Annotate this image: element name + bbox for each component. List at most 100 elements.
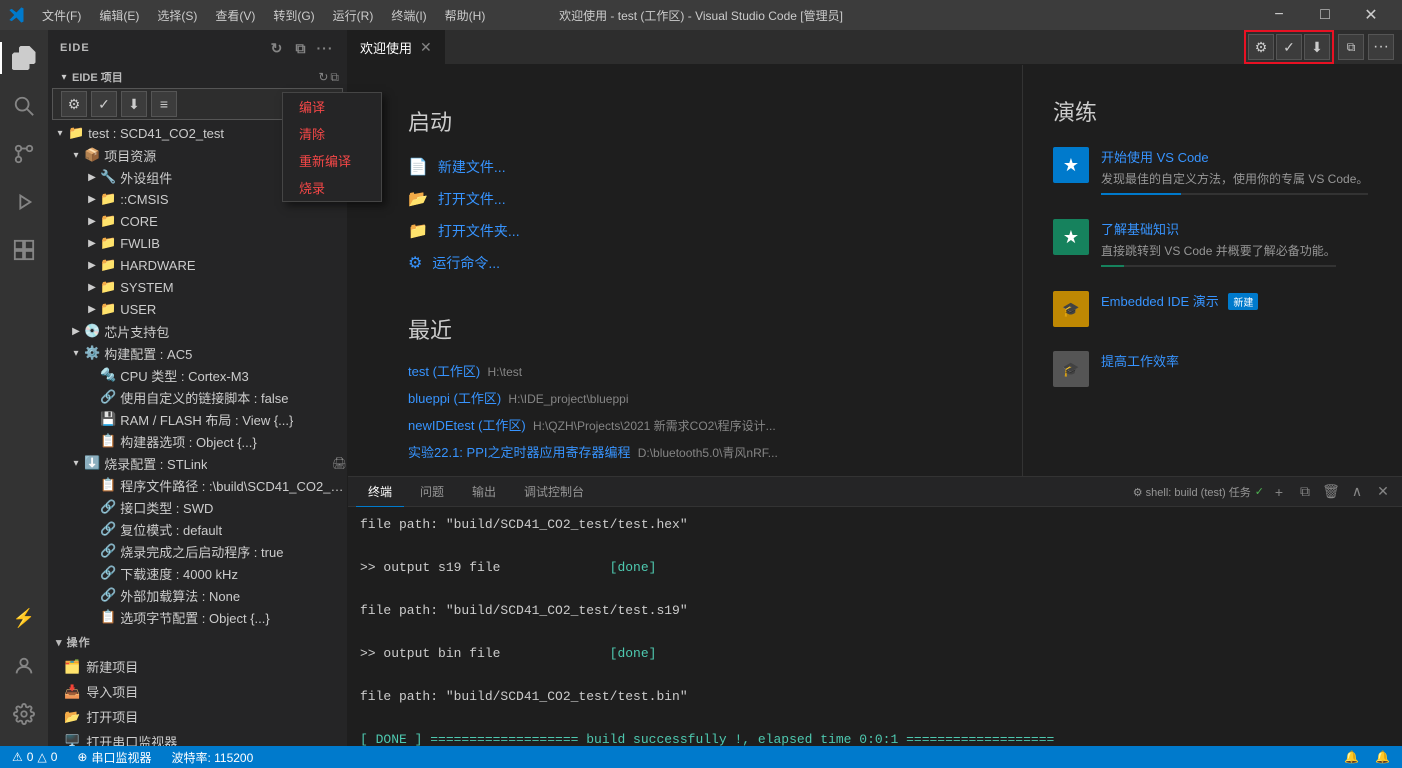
- menu-help[interactable]: 帮助(H): [437, 0, 494, 30]
- menu-select[interactable]: 选择(S): [149, 0, 205, 30]
- activity-search[interactable]: [0, 82, 48, 130]
- productivity-title[interactable]: 提高工作效率: [1101, 351, 1179, 370]
- recent-item-1[interactable]: blueppi (工作区) H:\IDE_project\blueppi: [408, 388, 962, 407]
- tree-item-fwlib[interactable]: ▶ 📁 FWLIB: [48, 232, 347, 254]
- sidebar-header-actions: ↻ ⧉ ···: [267, 38, 335, 58]
- ctx-flash[interactable]: 烧录: [283, 174, 381, 201]
- status-notif2[interactable]: 🔔: [1371, 746, 1394, 768]
- vscode-title[interactable]: 开始使用 VS Code: [1101, 147, 1368, 166]
- op-open-project[interactable]: 📂 打开项目: [48, 704, 347, 729]
- tree-item-runafter[interactable]: ▶ 🔗 烧录完成之后启动程序 : true: [48, 540, 347, 562]
- top-flash-button[interactable]: ⬇: [1304, 34, 1330, 60]
- op-open-serial[interactable]: 🖥️ 打开串口监视器: [48, 729, 347, 746]
- tree-item-chip[interactable]: ▶ 💿 芯片支持包: [48, 320, 347, 342]
- errors-count: 0: [27, 750, 34, 764]
- activity-source-control[interactable]: [0, 130, 48, 178]
- terminal-tab-debug[interactable]: 调试控制台: [512, 477, 596, 507]
- menu-file[interactable]: 文件(F): [34, 0, 89, 30]
- activity-eide[interactable]: ⚡: [0, 594, 48, 642]
- embedded-title[interactable]: Embedded IDE 演示 新建: [1101, 291, 1258, 310]
- tree-item-resetmode[interactable]: ▶ 🔗 复位模式 : default: [48, 518, 347, 540]
- minimize-button[interactable]: −: [1256, 0, 1302, 30]
- activity-extensions[interactable]: [0, 226, 48, 274]
- tree-item-burnconfig[interactable]: ▾ ⬇️ 烧录配置 : STLink 🖨: [48, 452, 347, 474]
- project-action-newwindow[interactable]: ⧉: [330, 70, 339, 85]
- compile-check-button[interactable]: ✓: [91, 91, 117, 117]
- extalgo-label: 外部加载算法 : None: [120, 586, 240, 605]
- recent-item-0[interactable]: test (工作区) H:\test: [408, 361, 962, 380]
- op-import-project[interactable]: 📥 导入项目: [48, 679, 347, 704]
- tree-item-system[interactable]: ▶ 📁 SYSTEM: [48, 276, 347, 298]
- tree-item-iface[interactable]: ▶ 🔗 接口类型 : SWD: [48, 496, 347, 518]
- status-errors[interactable]: ⚠ 0 △ 0: [8, 746, 61, 768]
- start-link-run-command[interactable]: ⚙ 运行命令...: [408, 253, 962, 273]
- top-check-button[interactable]: ✓: [1276, 34, 1302, 60]
- project-section-header[interactable]: ▾ EIDE 项目 ↻ ⧉: [48, 66, 347, 88]
- activity-run[interactable]: [0, 178, 48, 226]
- tree-item-core[interactable]: ▶ 📁 CORE: [48, 210, 347, 232]
- terminal-tab-problems[interactable]: 问题: [408, 477, 456, 507]
- top-split-button[interactable]: ⧉: [1338, 34, 1364, 60]
- terminal-content: file path: "build/SCD41_CO2_test/test.he…: [348, 507, 1402, 746]
- terminal-split-button[interactable]: ⧉: [1294, 481, 1316, 503]
- terminal-trash-button[interactable]: 🗑: [1320, 481, 1342, 503]
- activity-explorer[interactable]: [0, 34, 48, 82]
- recent-item-2[interactable]: newIDEtest (工作区) H:\QZH\Projects\2021 新需…: [408, 415, 962, 434]
- menu-terminal[interactable]: 终端(I): [383, 0, 434, 30]
- start-link-open-folder[interactable]: 📁 打开文件夹...: [408, 221, 962, 241]
- ctx-rebuild[interactable]: 重新编译: [283, 147, 381, 174]
- terminal-max-button[interactable]: ∧: [1346, 481, 1368, 503]
- ctx-clean[interactable]: 清除: [283, 120, 381, 147]
- refresh-icon[interactable]: ↻: [267, 38, 287, 58]
- tab-welcome-close[interactable]: ✕: [420, 39, 432, 56]
- status-serial[interactable]: ⊕ 串口监视器: [73, 746, 155, 768]
- tree-item-builderopts[interactable]: ▶ 📋 构建器选项 : Object {...}: [48, 430, 347, 452]
- terminal-tab-output[interactable]: 输出: [460, 477, 508, 507]
- op-new-project[interactable]: 🗂️ 新建项目: [48, 654, 347, 679]
- tree-item-cpu[interactable]: ▶ 🔩 CPU 类型 : Cortex-M3: [48, 364, 347, 386]
- status-notif1[interactable]: 🔔: [1340, 746, 1363, 768]
- recent-item-3[interactable]: 实验22.1: PPI之定时器应用寄存器编程 D:\bluetooth5.0\青…: [408, 442, 962, 461]
- tree-item-dlspeed[interactable]: ▶ 🔗 下载速度 : 4000 kHz: [48, 562, 347, 584]
- compile-flash-button[interactable]: ≡: [151, 91, 177, 117]
- tree-item-buildconfig[interactable]: ▾ ⚙️ 构建配置 : AC5: [48, 342, 347, 364]
- tree-item-user[interactable]: ▶ 📁 USER: [48, 298, 347, 320]
- basics-progress-bar: [1101, 265, 1124, 267]
- menu-run[interactable]: 运行(R): [325, 0, 382, 30]
- project-action-refresh[interactable]: ↻: [318, 70, 328, 85]
- buildconfig-arrow: ▾: [68, 345, 84, 361]
- menu-bar: 文件(F) 编辑(E) 选择(S) 查看(V) 转到(G) 运行(R) 终端(I…: [34, 0, 493, 30]
- ctx-compile[interactable]: 编译: [283, 93, 381, 120]
- activity-settings[interactable]: [0, 690, 48, 738]
- menu-goto[interactable]: 转到(G): [265, 0, 322, 30]
- compile-build-button[interactable]: ⚙: [61, 91, 87, 117]
- terminal-add-button[interactable]: +: [1268, 481, 1290, 503]
- terminal-tab-terminal[interactable]: 终端: [356, 477, 404, 507]
- new-window-icon[interactable]: ⧉: [291, 38, 311, 58]
- tree-item-extalgo[interactable]: ▶ 🔗 外部加载算法 : None: [48, 584, 347, 606]
- compile-rebuild-button[interactable]: ⬇: [121, 91, 147, 117]
- top-build-button[interactable]: ⚙: [1248, 34, 1274, 60]
- basics-title[interactable]: 了解基础知识: [1101, 219, 1336, 238]
- tab-bar: 欢迎使用 ✕ ⚙ ✓ ⬇ ⧉ ···: [348, 30, 1402, 65]
- menu-view[interactable]: 查看(V): [207, 0, 263, 30]
- menu-edit[interactable]: 编辑(E): [91, 0, 147, 30]
- terminal-close-button[interactable]: ✕: [1372, 481, 1394, 503]
- tree-item-optbytes[interactable]: ▶ 📋 选项字节配置 : Object {...}: [48, 606, 347, 628]
- tree-item-programpath[interactable]: ▶ 📋 程序文件路径 : :\build\SCD41_CO2_test...: [48, 474, 347, 496]
- sidebar-header: EIDE ↻ ⧉ ···: [48, 30, 347, 66]
- tab-welcome[interactable]: 欢迎使用 ✕: [348, 30, 445, 64]
- tree-item-hardware[interactable]: ▶ 📁 HARDWARE: [48, 254, 347, 276]
- start-link-new-file[interactable]: 📄 新建文件...: [408, 157, 962, 177]
- tree-item-ramflash[interactable]: ▶ 💾 RAM / FLASH 布局 : View {...}: [48, 408, 347, 430]
- restore-button[interactable]: □: [1302, 0, 1348, 30]
- print-icon[interactable]: 🖨: [332, 456, 347, 470]
- top-more-button[interactable]: ···: [1368, 34, 1394, 60]
- close-button[interactable]: ✕: [1348, 0, 1394, 30]
- status-baud[interactable]: 波特率: 115200: [167, 746, 257, 768]
- activity-account[interactable]: [0, 642, 48, 690]
- start-link-open-file[interactable]: 📂 打开文件...: [408, 189, 962, 209]
- tree-item-linker[interactable]: ▶ 🔗 使用自定义的链接脚本 : false: [48, 386, 347, 408]
- more-actions-icon[interactable]: ···: [315, 38, 335, 58]
- peripherals-label: 外设组件: [120, 168, 172, 187]
